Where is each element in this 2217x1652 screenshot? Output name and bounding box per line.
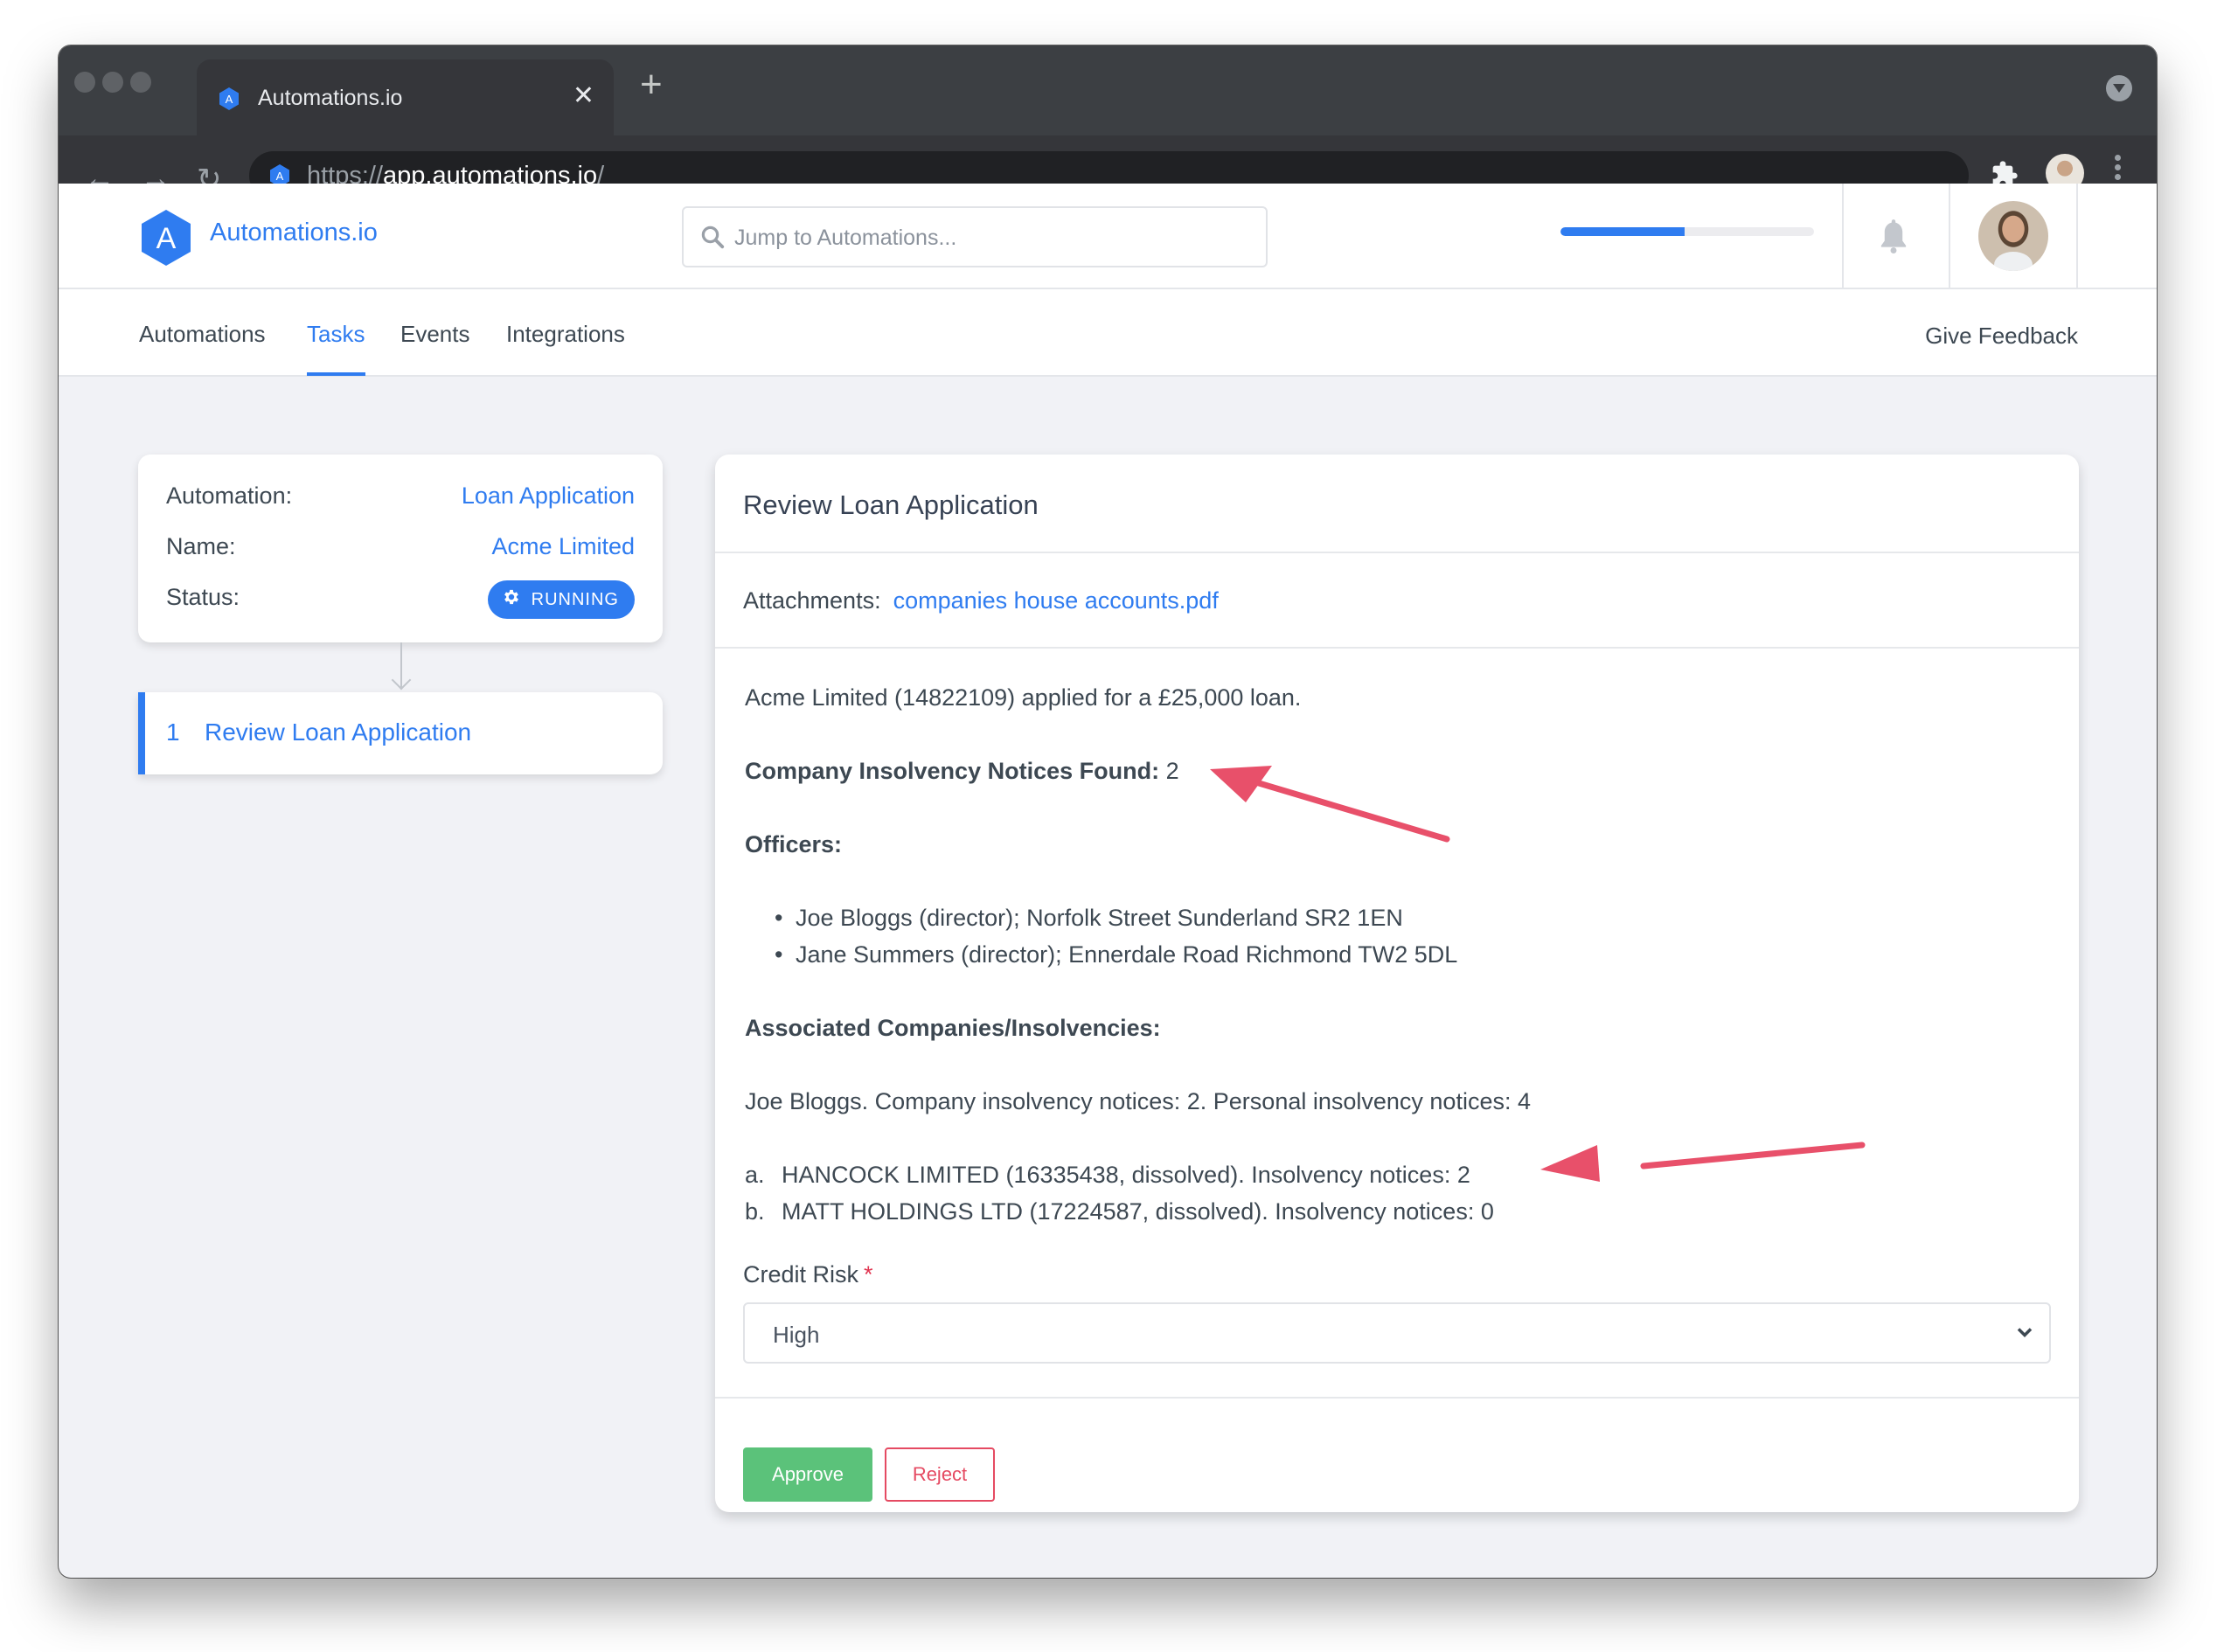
status-row: Status: RUNNING [166,580,635,619]
nav-automations[interactable]: Automations [139,321,266,348]
list-marker: b. [745,1198,765,1225]
window-zoom-dot[interactable] [130,72,151,93]
associated-summary: Joe Bloggs. Company insolvency notices: … [745,1088,1531,1114]
approve-button[interactable]: Approve [743,1447,872,1502]
divider [715,1397,2079,1399]
window-minimize-dot[interactable] [102,72,123,93]
attachments-row: Attachments: companies house accounts.pdf [743,587,1219,614]
search-box[interactable] [682,206,1268,267]
status-text: RUNNING [531,589,619,609]
task-title: Review Loan Application [743,489,1039,520]
insolvency-value: 2 [1165,758,1179,784]
credit-risk-select[interactable]: High [743,1302,2051,1364]
logo-icon[interactable]: A [139,208,193,272]
automation-link[interactable]: Loan Application [462,482,635,510]
favicon-icon: A [218,87,240,115]
svg-text:A: A [276,170,284,183]
active-tab-indicator [307,372,365,376]
associated-company-text: HANCOCK LIMITED (16335438, dissolved). I… [782,1162,1470,1188]
nav-integrations[interactable]: Integrations [506,321,625,348]
automation-row: Automation: Loan Application [166,479,635,514]
give-feedback-link[interactable]: Give Feedback [1925,323,2078,350]
credit-risk-label-text: Credit Risk [743,1261,859,1288]
connector-arrow-icon [391,670,412,691]
divider [715,647,2079,649]
progress-fill [1560,227,1685,236]
browser-menu-icon[interactable] [2115,155,2122,184]
divider [715,552,2079,553]
progress-bar [1560,227,1814,236]
tab-title: Automations.io [258,86,403,110]
new-tab-icon[interactable]: + [640,63,663,107]
name-link[interactable]: Acme Limited [491,533,635,560]
header-divider [1949,184,1950,288]
nav-events[interactable]: Events [400,321,470,348]
close-tab-icon[interactable]: ✕ [573,80,594,111]
officer-item: Joe Bloggs (director); Norfolk Street Su… [775,905,1403,932]
brand-name[interactable]: Automations.io [210,219,378,247]
tab-search-icon[interactable] [2106,75,2132,101]
window-close-dot[interactable] [74,72,95,93]
svg-text:A: A [156,222,177,255]
gear-icon [502,587,521,612]
chevron-down-icon [2012,1320,2037,1349]
name-label: Name: [166,533,236,559]
search-icon [699,224,726,254]
officer-item: Jane Summers (director); Ennerdale Road … [775,941,1457,968]
automation-summary-card: Automation: Loan Application Name: Acme … [138,455,663,642]
header-divider [1842,184,1844,288]
officers-heading: Officers: [745,831,843,857]
bell-icon[interactable] [1877,217,1910,260]
browser-window: A Automations.io ✕ + ← → ↻ A https://app… [59,45,2157,1578]
required-marker: * [864,1261,873,1288]
step-label: Review Loan Application [205,718,472,746]
step-item[interactable]: 1 Review Loan Application [138,692,663,774]
status-label: Status: [166,584,240,610]
associated-company-text: MATT HOLDINGS LTD (17224587, dissolved).… [782,1198,1494,1225]
associated-company-item: b. MATT HOLDINGS LTD (17224587, dissolved… [745,1198,1494,1225]
step-number: 1 [166,718,180,746]
task-card: Review Loan Application Attachments: comp… [715,455,2079,1512]
associated-heading: Associated Companies/Insolvencies: [745,1015,1161,1041]
nav-tasks[interactable]: Tasks [307,321,365,348]
attachment-link[interactable]: companies house accounts.pdf [893,587,1219,614]
associated-company-item: a. HANCOCK LIMITED (16335438, dissolved).… [745,1162,1470,1189]
name-row: Name: Acme Limited [166,530,635,565]
svg-text:A: A [226,93,233,106]
intro-text: Acme Limited (14822109) applied for a £2… [745,684,1302,711]
header-divider [2076,184,2078,288]
automation-label: Automation: [166,482,293,509]
browser-tab[interactable]: A Automations.io ✕ [197,59,614,135]
search-input[interactable] [734,219,1250,257]
insolvency-found: Company Insolvency Notices Found: 2 [745,758,1179,785]
reject-button[interactable]: Reject [885,1447,995,1502]
credit-risk-label: Credit Risk * [743,1261,873,1288]
status-badge: RUNNING [487,580,635,619]
insolvency-label: Company Insolvency Notices Found: [745,758,1160,784]
main-nav: Automations Tasks Events Integrations Gi… [59,289,2157,377]
user-avatar[interactable] [1978,201,2048,271]
credit-risk-value: High [773,1322,820,1348]
attachments-label: Attachments: [743,587,881,614]
list-marker: a. [745,1162,765,1188]
app-header: A Automations.io [59,184,2157,289]
tab-bar: A Automations.io ✕ + [59,45,2157,135]
